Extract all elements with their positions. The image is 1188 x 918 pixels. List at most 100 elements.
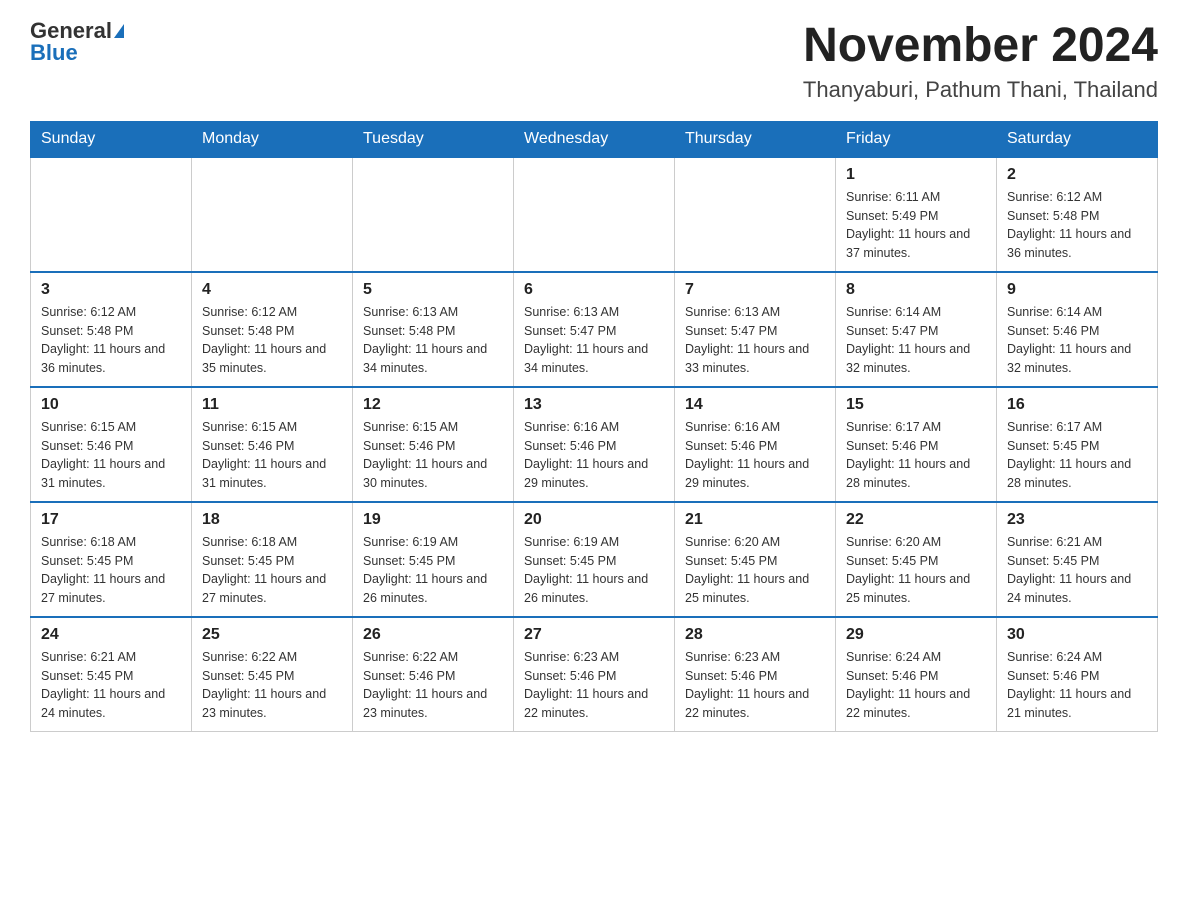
calendar-cell: 25 Sunrise: 6:22 AM Sunset: 5:45 PM Dayli… — [192, 617, 353, 732]
day-number: 30 — [1007, 626, 1147, 644]
day-info: Sunrise: 6:18 AM Sunset: 5:45 PM Dayligh… — [202, 533, 342, 608]
day-number: 27 — [524, 626, 664, 644]
day-info: Sunrise: 6:22 AM Sunset: 5:45 PM Dayligh… — [202, 648, 342, 723]
day-info: Sunrise: 6:12 AM Sunset: 5:48 PM Dayligh… — [202, 303, 342, 378]
calendar-cell: 7 Sunrise: 6:13 AM Sunset: 5:47 PM Daylig… — [675, 272, 836, 387]
day-number: 20 — [524, 511, 664, 529]
day-number: 22 — [846, 511, 986, 529]
calendar-cell — [675, 157, 836, 272]
day-number: 11 — [202, 396, 342, 414]
weekday-header-tuesday: Tuesday — [353, 121, 514, 157]
day-info: Sunrise: 6:22 AM Sunset: 5:46 PM Dayligh… — [363, 648, 503, 723]
weekday-header-sunday: Sunday — [31, 121, 192, 157]
calendar-cell: 29Sunrise: 6:24 AM Sunset: 5:46 PM Dayli… — [836, 617, 997, 732]
day-number: 23 — [1007, 511, 1147, 529]
day-info: Sunrise: 6:11 AM Sunset: 5:49 PM Dayligh… — [846, 188, 986, 263]
day-info: Sunrise: 6:14 AM Sunset: 5:47 PM Dayligh… — [846, 303, 986, 378]
day-info: Sunrise: 6:20 AM Sunset: 5:45 PM Dayligh… — [846, 533, 986, 608]
logo-general-text: General — [30, 20, 112, 42]
weekday-header-friday: Friday — [836, 121, 997, 157]
calendar-cell — [514, 157, 675, 272]
day-info: Sunrise: 6:23 AM Sunset: 5:46 PM Dayligh… — [685, 648, 825, 723]
calendar-cell: 15Sunrise: 6:17 AM Sunset: 5:46 PM Dayli… — [836, 387, 997, 502]
day-number: 1 — [846, 166, 986, 184]
logo: General Blue — [30, 20, 124, 64]
day-info: Sunrise: 6:12 AM Sunset: 5:48 PM Dayligh… — [41, 303, 181, 378]
weekday-header-thursday: Thursday — [675, 121, 836, 157]
day-info: Sunrise: 6:13 AM Sunset: 5:47 PM Dayligh… — [685, 303, 825, 378]
day-number: 19 — [363, 511, 503, 529]
day-info: Sunrise: 6:18 AM Sunset: 5:45 PM Dayligh… — [41, 533, 181, 608]
day-number: 12 — [363, 396, 503, 414]
day-number: 13 — [524, 396, 664, 414]
week-row-3: 10 Sunrise: 6:15 AM Sunset: 5:46 PM Dayli… — [31, 387, 1158, 502]
day-number: 18 — [202, 511, 342, 529]
calendar-cell: 18 Sunrise: 6:18 AM Sunset: 5:45 PM Dayli… — [192, 502, 353, 617]
calendar-cell — [31, 157, 192, 272]
week-row-2: 3Sunrise: 6:12 AM Sunset: 5:48 PM Daylig… — [31, 272, 1158, 387]
day-number: 28 — [685, 626, 825, 644]
day-info: Sunrise: 6:15 AM Sunset: 5:46 PM Dayligh… — [363, 418, 503, 493]
calendar-cell: 16 Sunrise: 6:17 AM Sunset: 5:45 PM Dayli… — [997, 387, 1158, 502]
calendar-cell: 14 Sunrise: 6:16 AM Sunset: 5:46 PM Dayli… — [675, 387, 836, 502]
calendar-cell: 23 Sunrise: 6:21 AM Sunset: 5:45 PM Dayli… — [997, 502, 1158, 617]
day-info: Sunrise: 6:21 AM Sunset: 5:45 PM Dayligh… — [1007, 533, 1147, 608]
day-info: Sunrise: 6:20 AM Sunset: 5:45 PM Dayligh… — [685, 533, 825, 608]
day-number: 24 — [41, 626, 181, 644]
day-info: Sunrise: 6:17 AM Sunset: 5:45 PM Dayligh… — [1007, 418, 1147, 493]
calendar-cell: 8 Sunrise: 6:14 AM Sunset: 5:47 PM Daylig… — [836, 272, 997, 387]
week-row-1: 1 Sunrise: 6:11 AM Sunset: 5:49 PM Daylig… — [31, 157, 1158, 272]
calendar-cell: 12 Sunrise: 6:15 AM Sunset: 5:46 PM Dayli… — [353, 387, 514, 502]
calendar-table: SundayMondayTuesdayWednesdayThursdayFrid… — [30, 121, 1158, 732]
logo-blue-text: Blue — [30, 42, 78, 64]
day-info: Sunrise: 6:16 AM Sunset: 5:46 PM Dayligh… — [685, 418, 825, 493]
weekday-header-monday: Monday — [192, 121, 353, 157]
day-info: Sunrise: 6:13 AM Sunset: 5:47 PM Dayligh… — [524, 303, 664, 378]
logo-triangle-icon — [114, 24, 124, 38]
week-row-5: 24 Sunrise: 6:21 AM Sunset: 5:45 PM Dayli… — [31, 617, 1158, 732]
week-row-4: 17 Sunrise: 6:18 AM Sunset: 5:45 PM Dayli… — [31, 502, 1158, 617]
day-number: 7 — [685, 281, 825, 299]
calendar-cell: 10Sunrise: 6:15 AM Sunset: 5:46 PM Dayli… — [31, 387, 192, 502]
day-number: 25 — [202, 626, 342, 644]
calendar-cell — [353, 157, 514, 272]
day-info: Sunrise: 6:19 AM Sunset: 5:45 PM Dayligh… — [524, 533, 664, 608]
calendar-cell — [192, 157, 353, 272]
calendar-cell: 9Sunrise: 6:14 AM Sunset: 5:46 PM Daylig… — [997, 272, 1158, 387]
day-info: Sunrise: 6:19 AM Sunset: 5:45 PM Dayligh… — [363, 533, 503, 608]
calendar-cell: 20 Sunrise: 6:19 AM Sunset: 5:45 PM Dayli… — [514, 502, 675, 617]
day-info: Sunrise: 6:16 AM Sunset: 5:46 PM Dayligh… — [524, 418, 664, 493]
weekday-header-row: SundayMondayTuesdayWednesdayThursdayFrid… — [31, 121, 1158, 157]
day-number: 21 — [685, 511, 825, 529]
day-number: 26 — [363, 626, 503, 644]
calendar-cell: 6Sunrise: 6:13 AM Sunset: 5:47 PM Daylig… — [514, 272, 675, 387]
calendar-cell: 17 Sunrise: 6:18 AM Sunset: 5:45 PM Dayli… — [31, 502, 192, 617]
title-section: November 2024 Thanyaburi, Pathum Thani, … — [803, 20, 1158, 103]
day-number: 10 — [41, 396, 181, 414]
calendar-cell: 11 Sunrise: 6:15 AM Sunset: 5:46 PM Dayli… — [192, 387, 353, 502]
calendar-cell: 4 Sunrise: 6:12 AM Sunset: 5:48 PM Daylig… — [192, 272, 353, 387]
calendar-cell: 26 Sunrise: 6:22 AM Sunset: 5:46 PM Dayli… — [353, 617, 514, 732]
day-number: 17 — [41, 511, 181, 529]
day-number: 16 — [1007, 396, 1147, 414]
weekday-header-wednesday: Wednesday — [514, 121, 675, 157]
day-info: Sunrise: 6:24 AM Sunset: 5:46 PM Dayligh… — [1007, 648, 1147, 723]
day-info: Sunrise: 6:21 AM Sunset: 5:45 PM Dayligh… — [41, 648, 181, 723]
calendar-cell: 24 Sunrise: 6:21 AM Sunset: 5:45 PM Dayli… — [31, 617, 192, 732]
day-number: 9 — [1007, 281, 1147, 299]
calendar-cell: 3Sunrise: 6:12 AM Sunset: 5:48 PM Daylig… — [31, 272, 192, 387]
day-number: 8 — [846, 281, 986, 299]
location-title: Thanyaburi, Pathum Thani, Thailand — [803, 77, 1158, 103]
calendar-cell: 30 Sunrise: 6:24 AM Sunset: 5:46 PM Dayli… — [997, 617, 1158, 732]
day-number: 4 — [202, 281, 342, 299]
day-number: 14 — [685, 396, 825, 414]
calendar-cell: 28 Sunrise: 6:23 AM Sunset: 5:46 PM Dayli… — [675, 617, 836, 732]
calendar-cell: 27Sunrise: 6:23 AM Sunset: 5:46 PM Dayli… — [514, 617, 675, 732]
day-number: 15 — [846, 396, 986, 414]
day-number: 29 — [846, 626, 986, 644]
page-header: General Blue November 2024 Thanyaburi, P… — [30, 20, 1158, 103]
calendar-cell: 13 Sunrise: 6:16 AM Sunset: 5:46 PM Dayli… — [514, 387, 675, 502]
day-info: Sunrise: 6:15 AM Sunset: 5:46 PM Dayligh… — [202, 418, 342, 493]
calendar-cell: 5Sunrise: 6:13 AM Sunset: 5:48 PM Daylig… — [353, 272, 514, 387]
calendar-cell: 2Sunrise: 6:12 AM Sunset: 5:48 PM Daylig… — [997, 157, 1158, 272]
